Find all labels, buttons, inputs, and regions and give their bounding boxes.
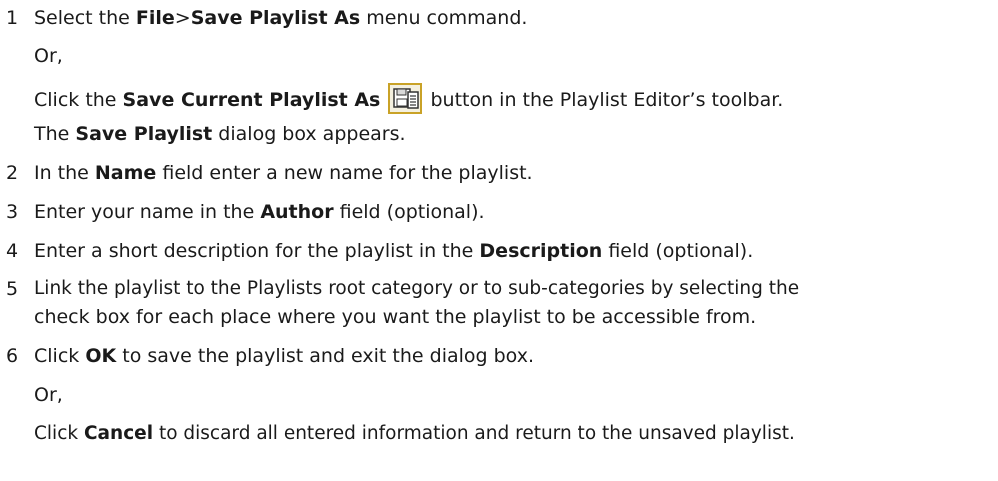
menu-separator: > [174,7,191,29]
step-text: Click OK to save the playlist and exit t… [34,344,534,368]
text-run: In the [34,162,95,184]
or-text: Or, [34,384,63,406]
step-text: In the Name field enter a new name for t… [34,161,533,185]
button-name: OK [85,345,117,367]
step-text: Enter your name in the Author field (opt… [34,200,485,224]
save-playlist-icon [388,83,423,114]
button-name: Save Current Playlist As [122,89,381,111]
text-run: field (optional). [602,240,754,262]
step-text-line-1: Link the playlist to the Playlists root … [34,278,800,299]
text-run: The [34,123,76,145]
text-run: Click [34,345,86,367]
step-text: Click Cancel to discard all entered info… [34,422,795,446]
text-run: field (optional). [333,201,485,223]
menu-name: File [135,7,175,29]
step-text-line-2: check box for each place where you want … [34,306,757,328]
field-name: Author [260,201,334,223]
instructions-page: 1 Select the File>Save Playlist As menu … [0,0,998,481]
step-text: Enter a short description for the playli… [34,239,753,263]
step-number: 6 [6,345,19,367]
text-run: Select the [34,7,136,29]
step-text: The Save Playlist dialog box appears. [34,122,406,146]
step-text: Click the Save Current Playlist As butto… [34,83,783,114]
menu-command: Save Playlist As [190,7,361,29]
dialog-name: Save Playlist [75,123,213,145]
text-run: dialog box appears. [212,123,406,145]
step-number: 2 [6,162,19,184]
text-run: menu command. [360,7,528,29]
step-number: 4 [6,240,19,262]
text-run: Enter a short description for the playli… [34,240,480,262]
step-text: Select the File>Save Playlist As menu co… [34,6,527,30]
text-run: Click the [34,89,123,111]
button-name: Cancel [83,423,154,444]
text-run: Click [34,423,84,444]
step-number: 3 [6,201,19,223]
text-run: button in the Playlist Editor’s toolbar. [424,89,784,111]
step-number: 1 [6,7,19,29]
step-number: 5 [6,278,19,300]
field-name: Description [479,240,603,262]
or-text: Or, [34,45,63,67]
text-run: to discard all entered information and r… [153,423,795,444]
text-run: Enter your name in the [34,201,261,223]
field-name: Name [94,162,157,184]
text-run: to save the playlist and exit the dialog… [116,345,535,367]
text-run: field enter a new name for the playlist. [156,162,533,184]
